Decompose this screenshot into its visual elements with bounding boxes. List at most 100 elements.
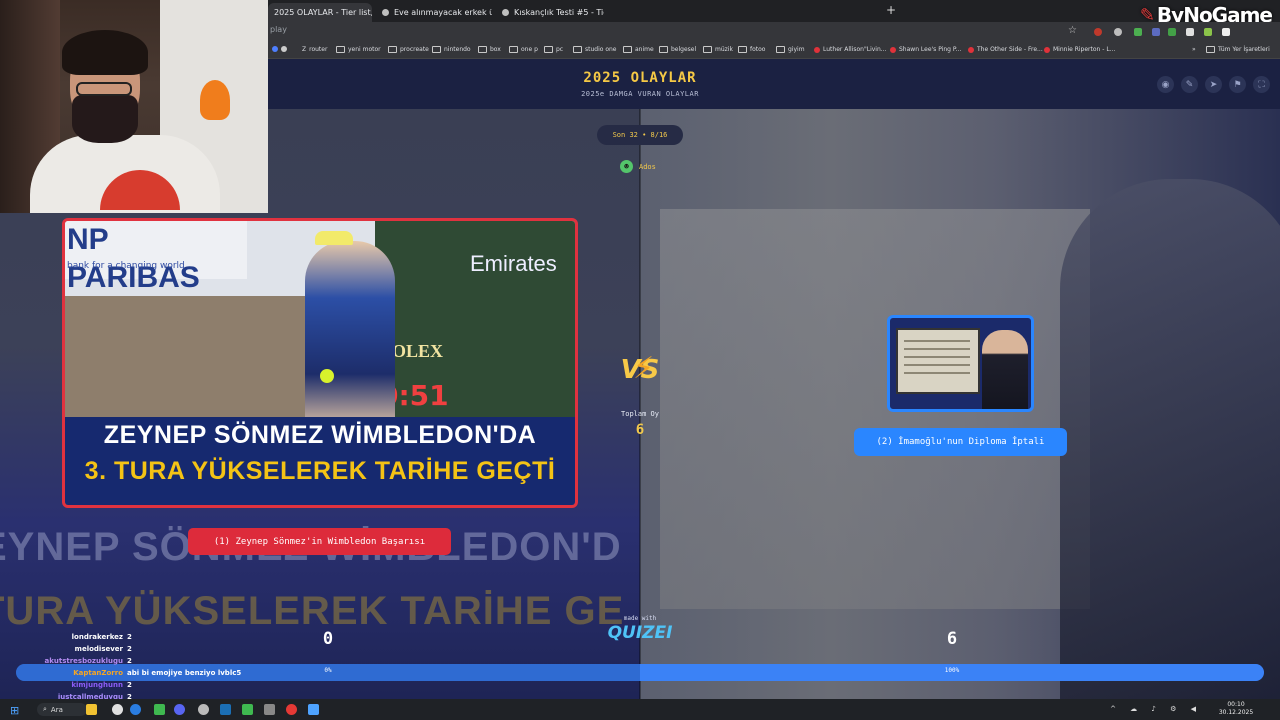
- eye-icon[interactable]: ◉: [1157, 76, 1174, 93]
- steam-icon[interactable]: [220, 704, 231, 715]
- bookmark-app-icon[interactable]: [272, 46, 287, 52]
- folder-icon: [388, 46, 397, 53]
- lightning-icon: ⚡: [633, 351, 655, 386]
- chat-message: londrakerkez 2: [0, 631, 300, 643]
- fullscreen-icon[interactable]: ⛶: [1253, 76, 1270, 93]
- bookmark-item[interactable]: yeni motor: [336, 46, 381, 53]
- person-image: [982, 330, 1028, 409]
- folder-icon: [623, 46, 632, 53]
- taskbar-search-label: Ara: [50, 705, 63, 714]
- send-icon[interactable]: ➤: [1205, 76, 1222, 93]
- bookmark-star-icon[interactable]: ☆: [1068, 25, 1077, 36]
- folder-icon: [1206, 46, 1215, 53]
- caption-line-2: 3. TURA YÜKSELEREK TARİHE GEÇTİ: [84, 457, 556, 485]
- bookmark-item[interactable]: fotoo: [738, 46, 765, 53]
- url-field[interactable]: play: [268, 25, 1070, 39]
- app-icon[interactable]: [264, 704, 275, 715]
- clock-time: 00:10: [1227, 701, 1245, 708]
- flag-icon[interactable]: ⚑: [1229, 76, 1246, 93]
- option-1-percent: 0%: [324, 667, 332, 674]
- center-divider: [639, 109, 641, 701]
- extension-icon[interactable]: [1168, 28, 1176, 36]
- sponsor-text: Emirates: [470, 251, 557, 276]
- bookmark-item[interactable]: Shawn Lee's Ping P...: [890, 46, 961, 53]
- vs-badge: VS ⚡: [615, 351, 665, 395]
- browser-tab-active[interactable]: 2025 OLAYLAR - Tier list, Kör Sıralama ×: [268, 3, 372, 22]
- extension-icon[interactable]: [1114, 28, 1122, 36]
- bookmark-item[interactable]: Luther Allison"Livin...: [814, 46, 886, 53]
- option-2-label-button[interactable]: (2) İmamoğlu'nun Diploma İptali: [854, 428, 1067, 456]
- bookmark-item[interactable]: Minnie Riperton - L...: [1044, 46, 1115, 53]
- browser-tab[interactable]: Kıskançlık Testi #5 - Tier List | K ×: [496, 3, 604, 22]
- diploma-line: [904, 364, 970, 366]
- page-subtitle: 2025e DAMGA VURAN OLAYLAR: [581, 90, 699, 98]
- folder-icon: Z: [302, 46, 307, 53]
- option-2-percent: 100%: [944, 667, 960, 674]
- option-2-card[interactable]: [887, 315, 1034, 412]
- bookmark-item[interactable]: studio one: [573, 46, 617, 53]
- extension-icon[interactable]: [1186, 28, 1194, 36]
- bookmark-item[interactable]: nintendo: [432, 46, 471, 53]
- edit-icon[interactable]: ✎: [1181, 76, 1198, 93]
- search-icon: ⌕: [43, 705, 47, 713]
- extension-icon[interactable]: [1152, 28, 1160, 36]
- folder-icon: [738, 46, 747, 53]
- extension-icon[interactable]: [1134, 28, 1142, 36]
- option-2-vote-count: 6: [946, 629, 958, 649]
- app-icon[interactable]: [154, 704, 165, 715]
- bookmark-item[interactable]: procreate: [388, 46, 429, 53]
- bookmark-item[interactable]: anime: [623, 46, 654, 53]
- bookmark-item[interactable]: belgesel: [659, 46, 696, 53]
- chat-text: 2: [127, 633, 132, 641]
- app-icon[interactable]: [286, 704, 297, 715]
- app-icon[interactable]: [112, 704, 123, 715]
- favicon-icon: [382, 9, 389, 16]
- windows-start-icon[interactable]: ⊞: [10, 704, 19, 717]
- chat-text: 2: [127, 645, 132, 653]
- option-1-label-button[interactable]: (1) Zeynep Sönmez'in Wimbledon Başarısı: [188, 528, 451, 555]
- background-headline: TURA YÜKSELEREK TARİHE GE: [0, 589, 625, 633]
- folder-icon: [336, 46, 345, 53]
- chat-message: akutstresbozuklugu 2: [0, 655, 300, 667]
- app-icon[interactable]: [198, 704, 209, 715]
- option-1-card[interactable]: NP PARIBAS bank for a changing world Emi…: [62, 218, 578, 508]
- app-icon[interactable]: [308, 704, 319, 715]
- folder-icon: [478, 46, 487, 53]
- system-tray-icons[interactable]: ^ ☁ ♪ ⚙ ◀: [1110, 705, 1202, 713]
- bookmark-item[interactable]: box: [478, 46, 501, 53]
- folder-icon: [573, 46, 582, 53]
- bookmark-item[interactable]: one p: [509, 46, 538, 53]
- webcam-figure: [200, 80, 230, 120]
- youtube-icon: [968, 46, 974, 53]
- youtube-icon: [1044, 46, 1050, 53]
- bookmarks-bar: Zrouter yeni motor procreate nintendo bo…: [268, 42, 1280, 59]
- tab-label: Kıskançlık Testi #5 - Tier List | K: [514, 8, 604, 17]
- extension-icon[interactable]: [1222, 28, 1230, 36]
- bookmark-item[interactable]: Zrouter: [302, 46, 327, 53]
- quizei-logo[interactable]: QUIZEI: [600, 623, 680, 643]
- all-bookmarks[interactable]: Tüm Yer İşaretleri: [1206, 46, 1270, 53]
- app-icon[interactable]: [130, 704, 141, 715]
- browser-tab[interactable]: Eve alınmayacak erkek ünlüler ×: [376, 3, 492, 22]
- more-bookmarks-icon[interactable]: »: [1192, 46, 1196, 53]
- discord-icon[interactable]: [174, 704, 185, 715]
- folder-icon: [509, 46, 518, 53]
- extension-icon[interactable]: [1204, 28, 1212, 36]
- bookmark-item[interactable]: pc: [544, 46, 563, 53]
- extension-icon[interactable]: [1094, 28, 1102, 36]
- bookmark-item[interactable]: müzik: [703, 46, 733, 53]
- diploma-image: [896, 328, 980, 394]
- app-icon[interactable]: [242, 704, 253, 715]
- chat-message: kimjunghunn 2: [0, 679, 300, 691]
- folder-icon: [776, 46, 785, 53]
- bookmark-item[interactable]: giyim: [776, 46, 805, 53]
- tennis-player-image: [305, 241, 395, 431]
- new-tab-plus-icon[interactable]: +: [886, 3, 896, 17]
- streamer-glasses: [76, 82, 132, 96]
- taskbar-search[interactable]: ⌕ Ara: [37, 703, 87, 716]
- bookmark-item[interactable]: The Other Side - Fre...: [968, 46, 1043, 53]
- taskbar-clock[interactable]: 00:10 30.12.2025: [1214, 701, 1258, 717]
- file-explorer-icon[interactable]: [86, 704, 97, 715]
- clock-date: 30.12.2025: [1218, 709, 1254, 716]
- page-header: 2025 OLAYLAR 2025e DAMGA VURAN OLAYLAR ◉…: [268, 59, 1280, 109]
